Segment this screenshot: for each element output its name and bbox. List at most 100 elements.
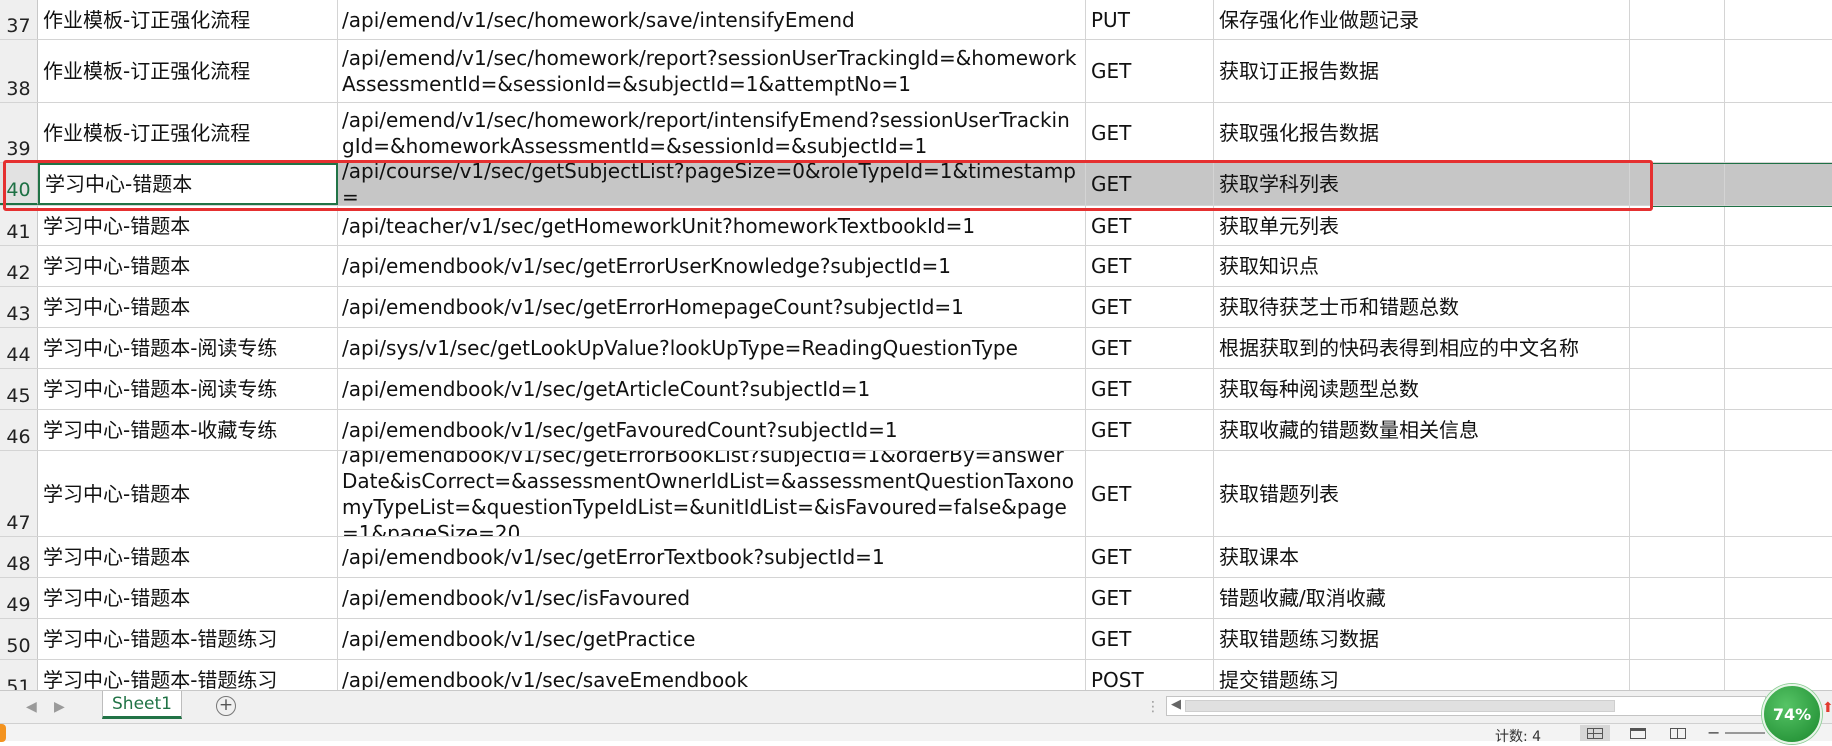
method-cell[interactable]: GET	[1086, 163, 1214, 205]
zoom-level-badge[interactable]: 74%	[1762, 684, 1822, 744]
table-row[interactable]: 41 学习中心-错题本/api/teacher/v1/sec/getHomewor…	[0, 206, 1832, 246]
table-row[interactable]: 50 学习中心-错题本-错题练习/api/emendbook/v1/sec/get…	[0, 619, 1832, 660]
module-cell[interactable]: 学习中心-错题本	[38, 206, 338, 245]
empty-cell-e[interactable]	[1630, 369, 1725, 409]
url-cell[interactable]: /api/sys/v1/sec/getLookUpValue?lookUpTyp…	[338, 328, 1086, 368]
description-cell[interactable]: 获取错题列表	[1214, 451, 1630, 536]
empty-cell-e[interactable]	[1630, 410, 1725, 450]
table-row[interactable]: 48 学习中心-错题本/api/emendbook/v1/sec/getError…	[0, 537, 1832, 578]
empty-cell-e[interactable]	[1630, 578, 1725, 618]
row-header[interactable]: 43	[0, 287, 38, 327]
module-cell[interactable]: 学习中心-错题本-错题练习	[38, 619, 338, 659]
description-cell[interactable]: 获取收藏的错题数量相关信息	[1214, 410, 1630, 450]
row-header[interactable]: 40	[0, 163, 38, 205]
method-cell[interactable]: GET	[1086, 410, 1214, 450]
module-cell[interactable]: 作业模板-订正强化流程	[38, 40, 338, 102]
method-cell[interactable]: GET	[1086, 619, 1214, 659]
empty-cell-e[interactable]	[1630, 40, 1725, 102]
url-cell[interactable]: /api/emendbook/v1/sec/getPractice	[338, 619, 1086, 659]
empty-cell-e[interactable]	[1630, 163, 1725, 205]
url-cell[interactable]: /api/emendbook/v1/sec/getArticleCount?su…	[338, 369, 1086, 409]
table-row[interactable]: 39 作业模板-订正强化流程/api/emend/v1/sec/homework/…	[0, 103, 1832, 163]
empty-cell-f[interactable]	[1725, 103, 1832, 162]
row-header[interactable]: 47	[0, 451, 38, 536]
empty-cell-e[interactable]	[1630, 287, 1725, 327]
empty-cell-f[interactable]	[1725, 206, 1832, 245]
module-cell[interactable]: 作业模板-订正强化流程	[38, 103, 338, 162]
empty-cell-e[interactable]	[1630, 537, 1725, 577]
empty-cell-f[interactable]	[1725, 578, 1832, 618]
empty-cell-f[interactable]	[1725, 40, 1832, 102]
empty-cell-e[interactable]	[1630, 0, 1725, 39]
spreadsheet-grid[interactable]: 37 作业模板-订正强化流程/api/emend/v1/sec/homework/…	[0, 0, 1832, 690]
description-cell[interactable]: 获取知识点	[1214, 246, 1630, 286]
module-cell[interactable]: 作业模板-订正强化流程	[38, 0, 338, 39]
method-cell[interactable]: GET	[1086, 451, 1214, 536]
empty-cell-f[interactable]	[1725, 619, 1832, 659]
method-cell[interactable]: GET	[1086, 369, 1214, 409]
page-layout-view-button[interactable]	[1623, 725, 1653, 741]
table-row[interactable]: 51 学习中心-错题本-错题练习/api/emendbook/v1/sec/sav…	[0, 660, 1832, 690]
module-cell[interactable]: 学习中心-错题本	[38, 246, 338, 286]
row-header[interactable]: 37	[0, 0, 38, 39]
module-cell[interactable]: 学习中心-错题本	[38, 287, 338, 327]
url-cell[interactable]: /api/emendbook/v1/sec/getErrorBookList?s…	[338, 451, 1086, 536]
horizontal-scrollbar[interactable]: ◀	[1166, 696, 1766, 716]
add-sheet-icon[interactable]: +	[216, 696, 236, 716]
description-cell[interactable]: 提交错题练习	[1214, 660, 1630, 690]
empty-cell-e[interactable]	[1630, 206, 1725, 245]
url-cell[interactable]: /api/emendbook/v1/sec/isFavoured	[338, 578, 1086, 618]
scroll-tabs-right-icon[interactable]: ▶	[54, 699, 65, 715]
empty-cell-e[interactable]	[1630, 246, 1725, 286]
module-cell[interactable]: 学习中心-错题本-阅读专练	[38, 369, 338, 409]
empty-cell-f[interactable]	[1725, 660, 1832, 690]
row-header[interactable]: 45	[0, 369, 38, 409]
scrollbar-thumb[interactable]	[1185, 700, 1615, 712]
method-cell[interactable]: POST	[1086, 660, 1214, 690]
module-cell[interactable]: 学习中心-错题本-收藏专练	[38, 410, 338, 450]
empty-cell-f[interactable]	[1725, 287, 1832, 327]
module-cell[interactable]: 学习中心-错题本-阅读专练	[38, 328, 338, 368]
empty-cell-e[interactable]	[1630, 451, 1725, 536]
empty-cell-f[interactable]	[1725, 369, 1832, 409]
description-cell[interactable]: 获取强化报告数据	[1214, 103, 1630, 162]
empty-cell-e[interactable]	[1630, 328, 1725, 368]
table-row[interactable]: 37 作业模板-订正强化流程/api/emend/v1/sec/homework/…	[0, 0, 1832, 40]
row-header[interactable]: 51	[0, 660, 38, 690]
module-cell[interactable]: 学习中心-错题本	[38, 537, 338, 577]
row-header[interactable]: 48	[0, 537, 38, 577]
empty-cell-e[interactable]	[1630, 660, 1725, 690]
description-cell[interactable]: 获取单元列表	[1214, 206, 1630, 245]
row-header[interactable]: 41	[0, 206, 38, 245]
row-header[interactable]: 49	[0, 578, 38, 618]
module-cell[interactable]: 学习中心-错题本	[38, 163, 338, 205]
module-cell[interactable]: 学习中心-错题本	[38, 451, 338, 536]
url-cell[interactable]: /api/emendbook/v1/sec/getErrorUserKnowle…	[338, 246, 1086, 286]
module-cell[interactable]: 学习中心-错题本-错题练习	[38, 660, 338, 690]
empty-cell-e[interactable]	[1630, 103, 1725, 162]
method-cell[interactable]: GET	[1086, 246, 1214, 286]
url-cell[interactable]: /api/emendbook/v1/sec/getErrorHomepageCo…	[338, 287, 1086, 327]
normal-view-button[interactable]	[1580, 725, 1610, 741]
description-cell[interactable]: 获取错题练习数据	[1214, 619, 1630, 659]
url-cell[interactable]: /api/teacher/v1/sec/getHomeworkUnit?home…	[338, 206, 1086, 245]
row-header[interactable]: 42	[0, 246, 38, 286]
description-cell[interactable]: 获取待获芝士币和错题总数	[1214, 287, 1630, 327]
table-row[interactable]: 38 作业模板-订正强化流程/api/emend/v1/sec/homework/…	[0, 40, 1832, 103]
zoom-slider[interactable]	[1725, 732, 1765, 734]
url-cell[interactable]: /api/emendbook/v1/sec/getFavouredCount?s…	[338, 410, 1086, 450]
table-row[interactable]: 47 学习中心-错题本/api/emendbook/v1/sec/getError…	[0, 451, 1832, 537]
url-cell[interactable]: /api/emend/v1/sec/homework/report?sessio…	[338, 40, 1086, 102]
empty-cell-f[interactable]	[1725, 328, 1832, 368]
method-cell[interactable]: GET	[1086, 537, 1214, 577]
url-cell[interactable]: /api/emend/v1/sec/homework/report/intens…	[338, 103, 1086, 162]
description-cell[interactable]: 根据获取到的快码表得到相应的中文名称	[1214, 328, 1630, 368]
description-cell[interactable]: 获取订正报告数据	[1214, 40, 1630, 102]
scroll-tabs-left-icon[interactable]: ◀	[26, 699, 37, 715]
url-cell[interactable]: /api/emend/v1/sec/homework/save/intensif…	[338, 0, 1086, 39]
table-row[interactable]: 40 学习中心-错题本/api/course/v1/sec/getSubjectL…	[0, 163, 1832, 206]
method-cell[interactable]: GET	[1086, 103, 1214, 162]
empty-cell-f[interactable]	[1725, 0, 1832, 39]
row-header[interactable]: 39	[0, 103, 38, 162]
method-cell[interactable]: GET	[1086, 328, 1214, 368]
